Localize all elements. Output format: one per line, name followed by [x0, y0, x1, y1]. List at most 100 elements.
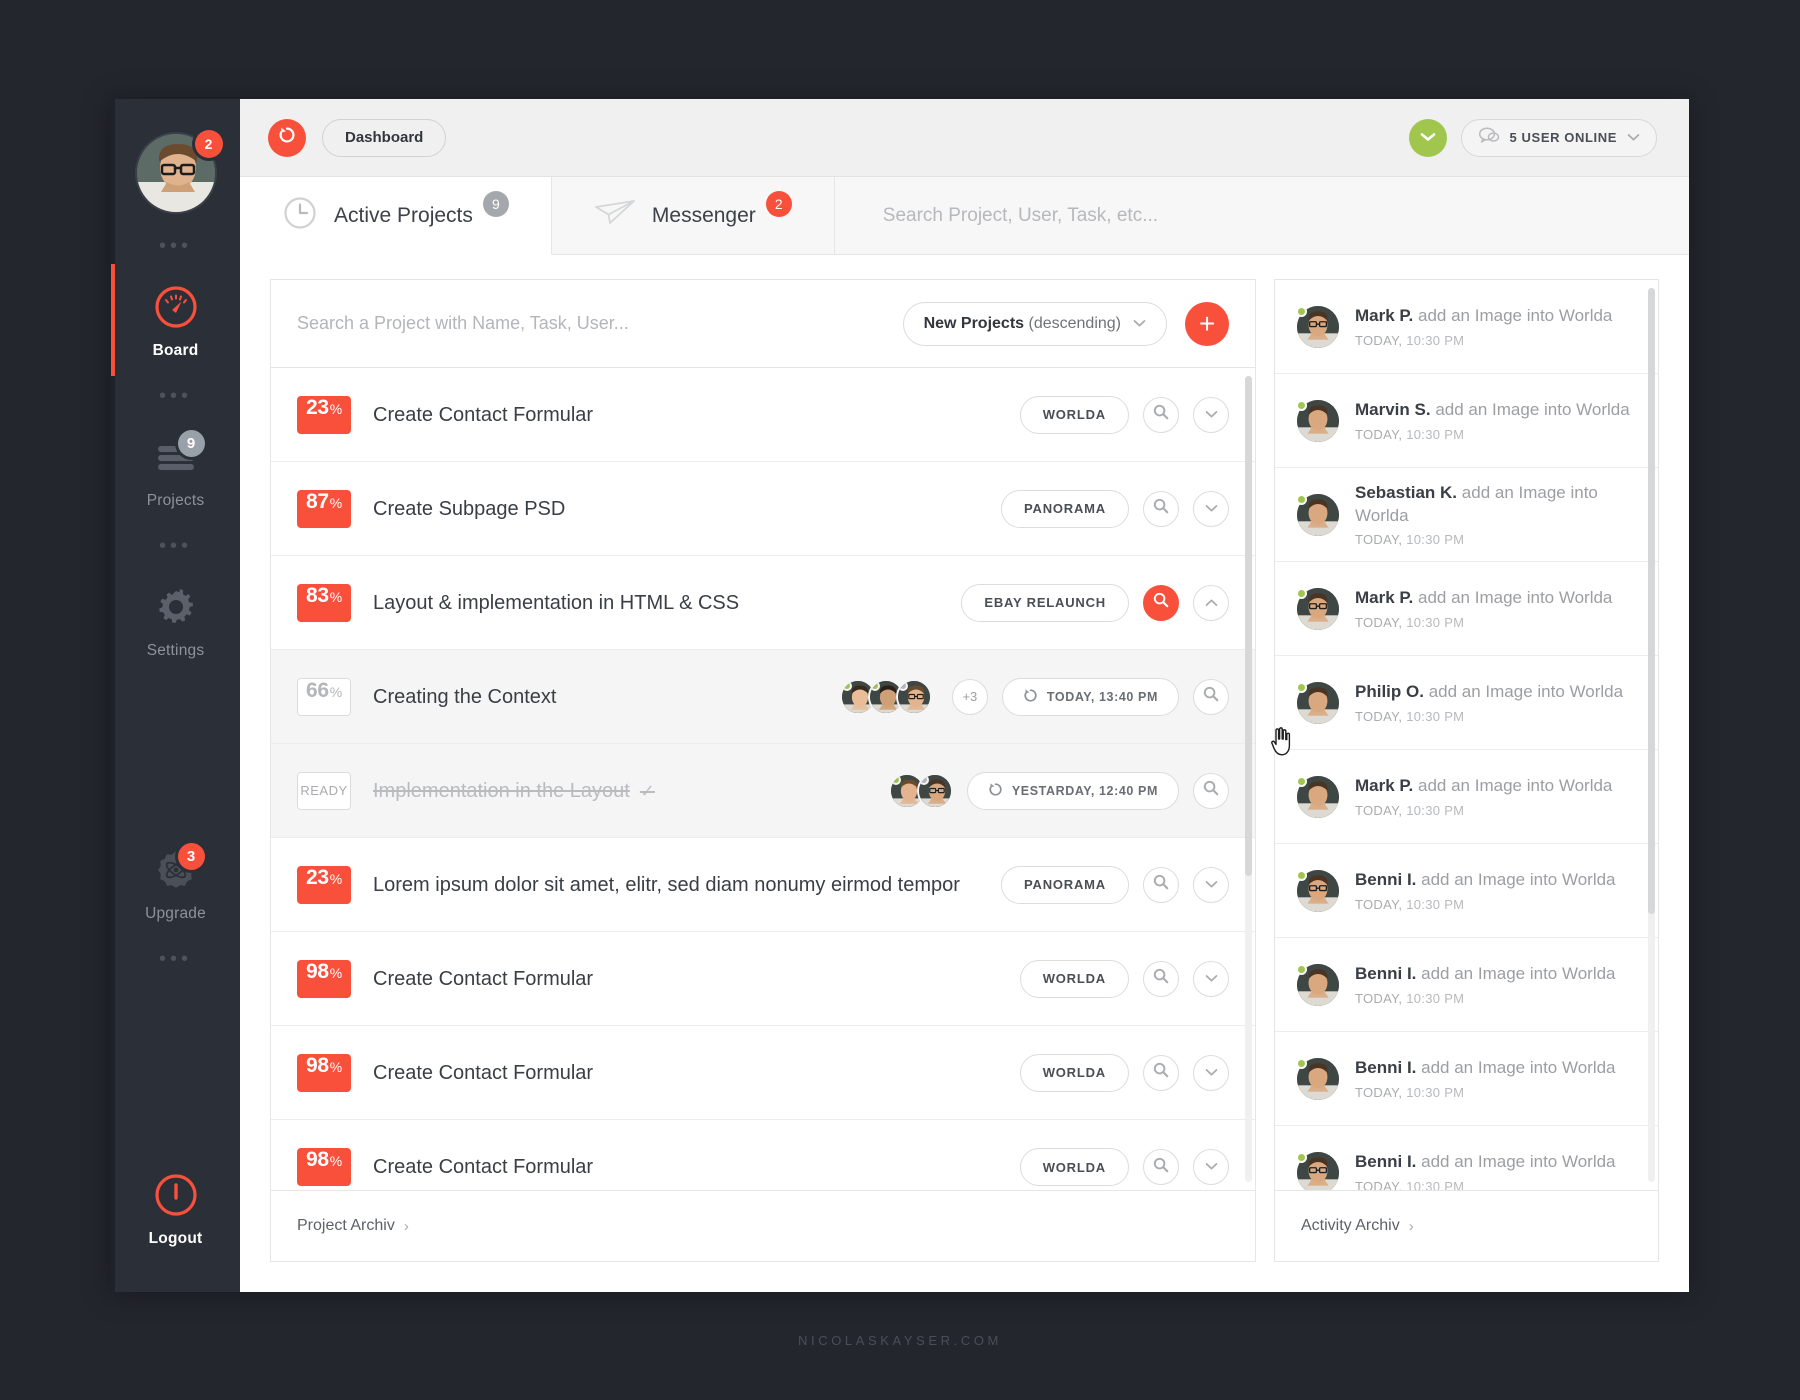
- project-search-input[interactable]: Search a Project with Name, Task, User..…: [297, 313, 903, 334]
- add-project-button[interactable]: +: [1185, 301, 1229, 346]
- project-archiv-link[interactable]: Project Archiv ›: [270, 1190, 1256, 1262]
- avatar[interactable]: [1296, 1151, 1339, 1190]
- project-row[interactable]: 83% Layout & implementation in HTML & CSS…: [271, 556, 1255, 650]
- project-collapse-button[interactable]: [1193, 584, 1229, 621]
- activity-row[interactable]: Philip O. add an Image into Worlda TODAY…: [1275, 656, 1658, 750]
- project-search-button[interactable]: [1143, 490, 1179, 527]
- project-search-button[interactable]: [1143, 584, 1179, 621]
- projects-scroll[interactable]: 23% Create Contact Formular WORLDA 87% Crea…: [271, 368, 1255, 1190]
- project-row[interactable]: 23% Lorem ipsum dolor sit amet, elitr, se…: [271, 838, 1255, 932]
- activity-timestamp: TODAY, 10:30 PM: [1355, 803, 1612, 818]
- project-tag[interactable]: PANORAMA: [1001, 489, 1129, 528]
- projects-scrollbar[interactable]: [1245, 376, 1252, 1182]
- topbar-right: 5 USER ONLINE: [1408, 118, 1657, 157]
- project-member-avatars[interactable]: [839, 678, 932, 715]
- project-row[interactable]: 66% Creating the Context +3 TODAY, 13:40…: [271, 650, 1255, 744]
- project-tag[interactable]: PANORAMA: [1001, 865, 1129, 904]
- sort-dropdown[interactable]: New Projects (descending): [902, 301, 1167, 346]
- expand-button[interactable]: [1408, 118, 1447, 157]
- project-row[interactable]: 23% Create Contact Formular WORLDA: [271, 368, 1255, 462]
- activity-row[interactable]: Benni I. add an Image into Worlda TODAY,…: [1275, 938, 1658, 1032]
- project-search-button[interactable]: [1143, 396, 1179, 433]
- refresh-icon: [278, 126, 296, 149]
- project-expand-button[interactable]: [1193, 960, 1229, 997]
- activity-scrollbar[interactable]: [1648, 288, 1655, 1182]
- avatar[interactable]: [916, 772, 953, 809]
- project-expand-button[interactable]: [1193, 1149, 1229, 1185]
- avatar[interactable]: [1296, 963, 1339, 1006]
- search-icon: [1153, 404, 1169, 425]
- tab-messenger[interactable]: Messenger 2: [552, 177, 835, 254]
- activity-day: TODAY,: [1355, 990, 1403, 1006]
- sidebar-item-board[interactable]: Board: [111, 264, 240, 376]
- sidebar-item-settings[interactable]: Settings: [111, 576, 240, 664]
- project-expand-button[interactable]: [1193, 866, 1229, 903]
- activity-row[interactable]: Benni I. add an Image into Worlda TODAY,…: [1275, 1126, 1658, 1190]
- activity-action: add an Image into Worlda: [1421, 1058, 1616, 1078]
- list-lines-icon: 9: [151, 430, 205, 482]
- activity-scroll[interactable]: Mark P. add an Image into Worlda TODAY, …: [1275, 280, 1658, 1190]
- project-tag[interactable]: EBAY RELAUNCH: [961, 583, 1129, 622]
- project-expand-button[interactable]: [1193, 1054, 1229, 1091]
- project-row[interactable]: 87% Create Subpage PSD PANORAMA: [271, 462, 1255, 556]
- project-search-button[interactable]: [1193, 772, 1229, 809]
- activity-user: Mark P.: [1355, 588, 1414, 608]
- scrollbar-thumb[interactable]: [1245, 376, 1252, 876]
- project-tag[interactable]: WORLDA: [1019, 395, 1129, 434]
- project-progress-value: 98: [306, 1148, 329, 1171]
- activity-row[interactable]: Mark P. add an Image into Worlda TODAY, …: [1275, 280, 1658, 374]
- refresh-button[interactable]: [268, 118, 306, 157]
- activity-text-block: Mark P. add an Image into Worlda TODAY, …: [1355, 587, 1612, 630]
- sidebar-item-upgrade[interactable]: 3 Upgrade: [111, 839, 240, 927]
- scrollbar-thumb[interactable]: [1648, 288, 1655, 914]
- project-search-button[interactable]: [1143, 1149, 1179, 1185]
- activity-text: Mark P. add an Image into Worlda: [1355, 775, 1612, 798]
- logout-button[interactable]: Logout: [111, 1164, 240, 1252]
- activity-row[interactable]: Benni I. add an Image into Worlda TODAY,…: [1275, 1032, 1658, 1126]
- activity-row[interactable]: Sebastian K. add an Image into Worlda TO…: [1275, 468, 1658, 562]
- project-tag[interactable]: WORLDA: [1019, 959, 1129, 998]
- breadcrumb-dashboard[interactable]: Dashboard: [322, 118, 447, 157]
- project-time[interactable]: YESTARDAY, 12:40 PM: [966, 771, 1179, 810]
- project-progress-unit: %: [329, 588, 342, 605]
- avatar[interactable]: [1296, 681, 1339, 724]
- project-expand-button[interactable]: [1193, 490, 1229, 527]
- project-row[interactable]: 98% Create Contact Formular WORLDA: [271, 1026, 1255, 1120]
- project-row[interactable]: 98% Create Contact Formular WORLDA: [271, 932, 1255, 1026]
- project-row[interactable]: READY Implementation in the Layout ✓ YESTA…: [271, 744, 1255, 838]
- project-search-button[interactable]: [1143, 866, 1179, 903]
- activity-row[interactable]: Mark P. add an Image into Worlda TODAY, …: [1275, 750, 1658, 844]
- project-row[interactable]: 98% Create Contact Formular WORLDA: [271, 1120, 1255, 1190]
- project-expand-button[interactable]: [1193, 396, 1229, 433]
- avatar[interactable]: [1296, 869, 1339, 912]
- activity-row[interactable]: Marvin S. add an Image into Worlda TODAY…: [1275, 374, 1658, 468]
- project-tag[interactable]: WORLDA: [1019, 1148, 1129, 1186]
- user-avatar[interactable]: 2: [134, 130, 223, 214]
- avatar[interactable]: [1296, 493, 1339, 536]
- project-tag[interactable]: WORLDA: [1019, 1053, 1129, 1092]
- project-time[interactable]: TODAY, 13:40 PM: [1001, 677, 1179, 716]
- avatar[interactable]: [1296, 587, 1339, 630]
- avatar[interactable]: [1296, 1057, 1339, 1100]
- avatar[interactable]: [1296, 305, 1339, 348]
- separator-dots: •••: [158, 948, 192, 970]
- project-member-avatars[interactable]: [888, 772, 953, 809]
- project-search-button[interactable]: [1193, 678, 1229, 715]
- activity-text: Benni I. add an Image into Worlda: [1355, 869, 1616, 892]
- activity-archiv-link[interactable]: Activity Archiv ›: [1274, 1190, 1659, 1262]
- project-search-button[interactable]: [1143, 960, 1179, 997]
- avatar-overflow-count[interactable]: +3: [951, 678, 988, 715]
- users-online-dropdown[interactable]: 5 USER ONLINE: [1460, 118, 1657, 157]
- avatar[interactable]: [1296, 399, 1339, 442]
- activity-row[interactable]: Benni I. add an Image into Worlda TODAY,…: [1275, 844, 1658, 938]
- sidebar-item-projects[interactable]: 9 Projects: [111, 426, 240, 514]
- avatar[interactable]: [895, 678, 932, 715]
- project-title: Create Contact Formular: [373, 967, 594, 990]
- activity-row[interactable]: Mark P. add an Image into Worlda TODAY, …: [1275, 562, 1658, 656]
- tab-active-projects[interactable]: Active Projects 9: [240, 177, 552, 255]
- avatar[interactable]: [1296, 775, 1339, 818]
- tab-label: Active Projects: [334, 203, 473, 227]
- global-search-input[interactable]: Search Project, User, Task, etc...: [835, 177, 1689, 254]
- project-search-button[interactable]: [1143, 1054, 1179, 1091]
- activity-text-block: Benni I. add an Image into Worlda TODAY,…: [1355, 1057, 1616, 1100]
